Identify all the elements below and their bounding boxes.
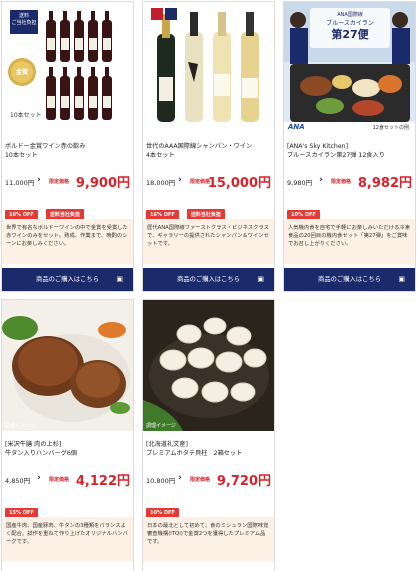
price-row: 9,980円 › 限定価格 8,982円 [287, 173, 414, 191]
buy-button-label: 商品のご購入はこちら [177, 276, 240, 283]
buy-button[interactable]: 商品のご購入はこちら ▣ [284, 268, 415, 291]
original-price: 4,850円 [5, 477, 31, 485]
product-name-line1[interactable]: [北海道礼文産] [146, 441, 188, 449]
special-price: 8,982円 [357, 176, 412, 191]
product-name-line1[interactable]: [米沢牛膳 肉の上杉] [5, 441, 61, 449]
product-name-line2[interactable]: 10本セット [5, 152, 38, 160]
image-overlay-shipping: 送料 ご当社負担 [11, 13, 37, 26]
buy-button-label: 商品のご購入はこちら [36, 276, 99, 283]
chevron-right-icon: › [178, 175, 182, 185]
product-name-line1[interactable]: 世代のAAA国際線シャンパン・ワイン [146, 143, 252, 151]
price-row: 4,850円 › 限定価格 4,122円 [5, 471, 132, 489]
product-name-line1[interactable]: [ANA's Sky Kitchen] [287, 143, 348, 151]
product-image[interactable]: 調理イメージ [2, 300, 133, 431]
special-price-label: 限定価格 [49, 477, 70, 483]
chevron-right-icon: › [37, 473, 41, 483]
ana-logo: ANA [288, 123, 305, 131]
product-name-line2[interactable]: ブルースカイラン第27弾 12食入り [287, 152, 385, 160]
chevron-right-icon: › [319, 175, 323, 185]
product-description: 国産牛肉、国産豚肉、牛タンの3種類をバランスよく配合。試作を重ねて作り上げたオリ… [2, 517, 133, 562]
badge-row: 10% OFF [146, 499, 182, 518]
special-price: 9,900円 [75, 176, 130, 191]
product-description: 日本の最北として初めて、食のミシュラン国際味覚審査機構(ITQI)で金賞2つを獲… [143, 517, 274, 562]
cart-icon: ▣ [398, 275, 405, 283]
price-row: 18,000円 › 限定価格 15,000円 [146, 173, 273, 191]
product-description: 世界で有名なボルドーワインの中で金賞を受賞した赤ワインのみをセット。熟成、作業ま… [2, 219, 133, 264]
image-note: 調理イメージ [146, 423, 176, 429]
special-price-label: 限定価格 [190, 477, 211, 483]
original-price: 11,000円 [5, 179, 35, 187]
buy-button[interactable]: 商品のご購入はこちら ▣ [2, 268, 133, 291]
original-price: 9,980円 [287, 179, 313, 187]
special-price: 4,122円 [75, 474, 130, 489]
chevron-right-icon: › [37, 175, 41, 185]
special-price: 9,720円 [216, 474, 271, 489]
product-card: 送料 ご当社負担 金賞 10本セット ボルドー金賞ワイン赤の飲み 10本セット … [1, 1, 134, 292]
cart-icon: ▣ [116, 275, 123, 283]
product-description: 人気機内食を自宅で手軽にお楽しみいただける冷凍食品の20回目の機内食セット「第2… [284, 219, 415, 264]
badge-row: 10% OFF [287, 201, 323, 220]
product-description: 歴代ANA国際線ファーストクラス・ビジネスクラスで、ギャラリーの提供されたシャン… [143, 219, 274, 264]
product-card: 世代のAAA国際線シャンパン・ワイン 4本セット 18,000円 › 限定価格 … [142, 1, 275, 292]
price-row: 11,000円 › 限定価格 9,900円 [5, 173, 132, 191]
cart-icon: ▣ [257, 275, 264, 283]
image-note: 調理イメージ [5, 423, 35, 429]
buy-button[interactable]: 商品のご購入はこちら ▣ [143, 268, 274, 291]
image-caption-top: ANA国際線 [337, 12, 363, 18]
image-caption-bottom: 12食セットの例 [372, 125, 409, 131]
product-name-line1[interactable]: ボルドー金賞ワイン赤の飲み [5, 143, 85, 151]
image-caption-number: 第27便 [331, 28, 369, 41]
product-name-line2[interactable]: プレミアムホタテ貝柱 2箱セット [146, 450, 242, 458]
product-image[interactable]: 調理イメージ [143, 300, 274, 431]
product-card: ANA国際線 ブルースカイラン 第27便 ANA 12食セットの例 [ANA's… [283, 1, 416, 292]
product-image[interactable]: 送料 ご当社負担 金賞 10本セット [2, 2, 133, 133]
image-count-label: 10本セット [10, 112, 42, 119]
product-name-line2[interactable]: 4本セット [146, 152, 175, 160]
badge-row: 15% OFF [5, 499, 41, 518]
price-row: 10,800円 › 限定価格 9,720円 [146, 471, 273, 489]
product-image[interactable] [143, 2, 274, 133]
original-price: 10,800円 [146, 477, 176, 485]
special-price-label: 限定価格 [49, 179, 70, 185]
special-price-label: 限定価格 [331, 179, 352, 185]
badge-row: 16% OFF 送料当社負担 [146, 201, 228, 220]
product-card: 調理イメージ [米沢牛膳 肉の上杉] 牛タン入りハンバーグ6個 4,850円 ›… [1, 299, 134, 571]
product-name-line2[interactable]: 牛タン入りハンバーグ6個 [5, 450, 77, 458]
product-card: 調理イメージ [北海道礼文産] プレミアムホタテ貝柱 2箱セット 10,800円… [142, 299, 275, 571]
badge-row: 10% OFF 送料当社負担 [5, 201, 87, 220]
product-image[interactable]: ANA国際線 ブルースカイラン 第27便 ANA 12食セットの例 [284, 2, 415, 133]
special-price: 15,000円 [207, 176, 271, 191]
original-price: 18,000円 [146, 179, 176, 187]
gold-medal-badge: 金賞 [15, 69, 28, 76]
buy-button-label: 商品のご購入はこちら [318, 276, 381, 283]
chevron-right-icon: › [178, 473, 182, 483]
